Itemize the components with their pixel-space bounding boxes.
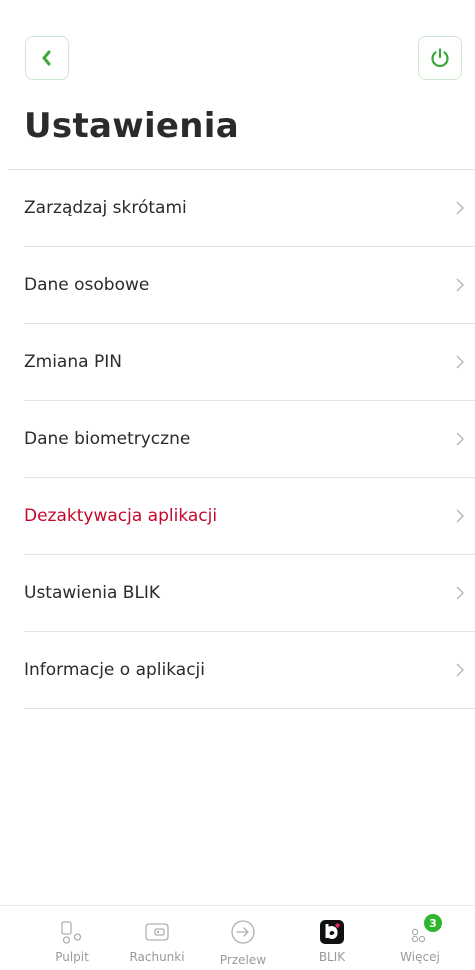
chevron-right-icon xyxy=(456,278,464,292)
nav-label: Więcej xyxy=(400,950,440,964)
nav-label: Przelew xyxy=(219,953,267,967)
nav-item-blik[interactable]: BLIK xyxy=(294,906,370,970)
blik-icon xyxy=(320,920,344,944)
chevron-right-icon xyxy=(456,432,464,446)
back-button[interactable] xyxy=(25,36,69,80)
menu-item-label: Zmiana PIN xyxy=(24,352,122,372)
logout-button[interactable] xyxy=(418,36,462,80)
menu-item-label: Informacje o aplikacji xyxy=(24,660,205,680)
nav-item-wiecej[interactable]: 3 Więcej xyxy=(382,906,458,970)
chevron-right-icon xyxy=(456,586,464,600)
wallet-icon xyxy=(145,923,169,941)
menu-item-change-pin[interactable]: Zmiana PIN xyxy=(24,324,475,401)
chevron-right-icon xyxy=(456,355,464,369)
menu-item-deactivate-app[interactable]: Dezaktywacja aplikacji xyxy=(24,478,475,555)
chevron-right-icon xyxy=(456,663,464,677)
menu-item-label: Dezaktywacja aplikacji xyxy=(24,506,218,526)
nav-label: Pulpit xyxy=(55,950,89,964)
chevron-right-icon xyxy=(456,201,464,215)
menu-item-app-info[interactable]: Informacje o aplikacji xyxy=(24,632,475,709)
page-title: Ustawienia xyxy=(24,106,239,146)
bottom-nav: Pulpit Rachunki Przelew BLIK 3 Więcej xyxy=(0,905,475,970)
dashboard-icon xyxy=(61,921,82,944)
menu-item-blik-settings[interactable]: Ustawienia BLIK xyxy=(24,555,475,632)
transfer-icon xyxy=(231,920,255,944)
menu-item-label: Zarządzaj skrótami xyxy=(24,198,187,218)
nav-item-przelew[interactable]: Przelew xyxy=(205,906,281,970)
menu-item-label: Dane osobowe xyxy=(24,275,150,295)
menu-item-label: Ustawienia BLIK xyxy=(24,583,161,603)
nav-label: Rachunki xyxy=(129,950,185,964)
nav-item-pulpit[interactable]: Pulpit xyxy=(34,906,110,970)
nav-label: BLIK xyxy=(318,950,346,964)
menu-item-shortcuts[interactable]: Zarządzaj skrótami xyxy=(24,170,475,247)
menu-item-biometrics[interactable]: Dane biometryczne xyxy=(24,401,475,478)
settings-menu: Zarządzaj skrótami Dane osobowe Zmiana P… xyxy=(24,170,475,709)
notification-badge: 3 xyxy=(424,914,442,932)
nav-item-rachunki[interactable]: Rachunki xyxy=(119,906,195,970)
menu-item-personal-data[interactable]: Dane osobowe xyxy=(24,247,475,324)
chevron-right-icon xyxy=(456,509,464,523)
chevron-left-icon xyxy=(42,50,51,66)
power-icon xyxy=(431,48,449,68)
menu-item-label: Dane biometryczne xyxy=(24,429,191,449)
